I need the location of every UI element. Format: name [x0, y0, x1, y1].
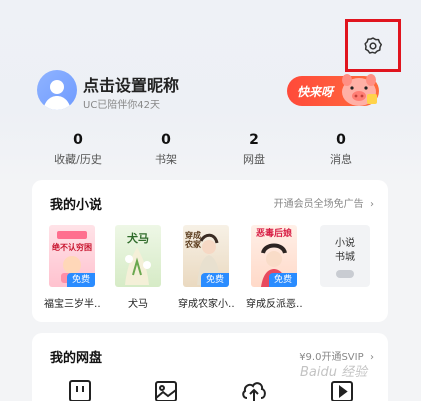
- book-item[interactable]: 犬马 犬马: [110, 225, 166, 310]
- netdisk-image-button[interactable]: [152, 378, 180, 401]
- vip-no-ads-link[interactable]: 开通会员全场免广告 ›: [274, 195, 374, 210]
- promo-label: 快来呀: [297, 85, 334, 99]
- free-tag: 免费: [269, 273, 297, 287]
- card-title: 我的小说: [50, 198, 103, 213]
- book-cover: 犬马: [115, 225, 161, 287]
- book-item[interactable]: 恶毒后娘 免费 穿成反派恶…: [246, 225, 302, 310]
- book-cover: 绝不认穷困 免费: [49, 225, 95, 287]
- stat-count: 0: [73, 132, 83, 148]
- bookstore-indicator: [336, 270, 354, 278]
- book-title: 穿成农家小…: [178, 299, 234, 310]
- gear-icon: [364, 36, 382, 54]
- card-title: 我的网盘: [50, 351, 103, 366]
- accompany-days-text: UC已陪伴你42天: [83, 100, 161, 111]
- folder-icon: [69, 380, 91, 401]
- pig-mascot-icon: [342, 74, 377, 106]
- watermark: Baidu 经验: [300, 365, 368, 380]
- cover-text: 恶毒后娘: [255, 229, 292, 239]
- avatar[interactable]: [37, 70, 77, 110]
- book-cover: 恶毒后娘 免费: [251, 225, 297, 287]
- stat-count: 2: [249, 132, 259, 148]
- book-item[interactable]: 穿成农家 免费 穿成农家小…: [178, 225, 234, 310]
- stat-favorites-history[interactable]: 0 收藏/历史: [43, 131, 113, 167]
- free-tag: 免费: [67, 273, 95, 287]
- my-novels-card: 我的小说 开通会员全场免广告 › 绝不认穷困 免费 福宝三岁半… 犬马 犬马 穿…: [32, 180, 388, 322]
- stat-label: 消息: [330, 153, 352, 166]
- stat-label: 书架: [155, 153, 177, 166]
- stat-netdisk[interactable]: 2 网盘: [219, 131, 289, 167]
- stat-count: 0: [336, 132, 346, 148]
- book-cover: 穿成农家 免费: [183, 225, 229, 287]
- stat-messages[interactable]: 0 消息: [306, 131, 376, 167]
- cloud-upload-icon: [242, 382, 266, 401]
- stat-bookshelf[interactable]: 0 书架: [131, 131, 201, 167]
- free-tag: 免费: [201, 273, 229, 287]
- vip-no-ads-label: 开通会员全场免广告: [273, 199, 364, 210]
- bookstore-label: 小说 书城: [335, 238, 355, 263]
- cover-text: 犬马: [127, 232, 149, 245]
- nickname-label[interactable]: 点击设置昵称: [83, 72, 179, 96]
- book-title: 穿成反派恶…: [246, 299, 302, 310]
- netdisk-upload-button[interactable]: [240, 378, 268, 401]
- cover-text: 穿成农家: [185, 231, 201, 249]
- promo-button[interactable]: 快来呀: [287, 74, 379, 106]
- cover-text: 绝不认穷困: [52, 243, 92, 252]
- netdisk-video-button[interactable]: [328, 378, 356, 401]
- image-icon: [155, 381, 177, 401]
- chevron-right-icon: ›: [366, 199, 374, 210]
- default-avatar-icon: [43, 80, 71, 110]
- stat-count: 0: [161, 132, 171, 148]
- book-title: 犬马: [128, 299, 148, 310]
- netdisk-folder-button[interactable]: [66, 378, 94, 401]
- stat-label: 收藏/历史: [54, 153, 102, 166]
- novel-bookstore-button[interactable]: 小说 书城: [320, 225, 370, 287]
- stat-label: 网盘: [243, 153, 265, 166]
- chevron-right-icon: ›: [366, 352, 374, 363]
- video-icon: [331, 381, 353, 401]
- book-title: 福宝三岁半…: [44, 299, 100, 310]
- book-item[interactable]: 绝不认穷困 免费 福宝三岁半…: [44, 225, 100, 310]
- settings-button[interactable]: [345, 19, 401, 72]
